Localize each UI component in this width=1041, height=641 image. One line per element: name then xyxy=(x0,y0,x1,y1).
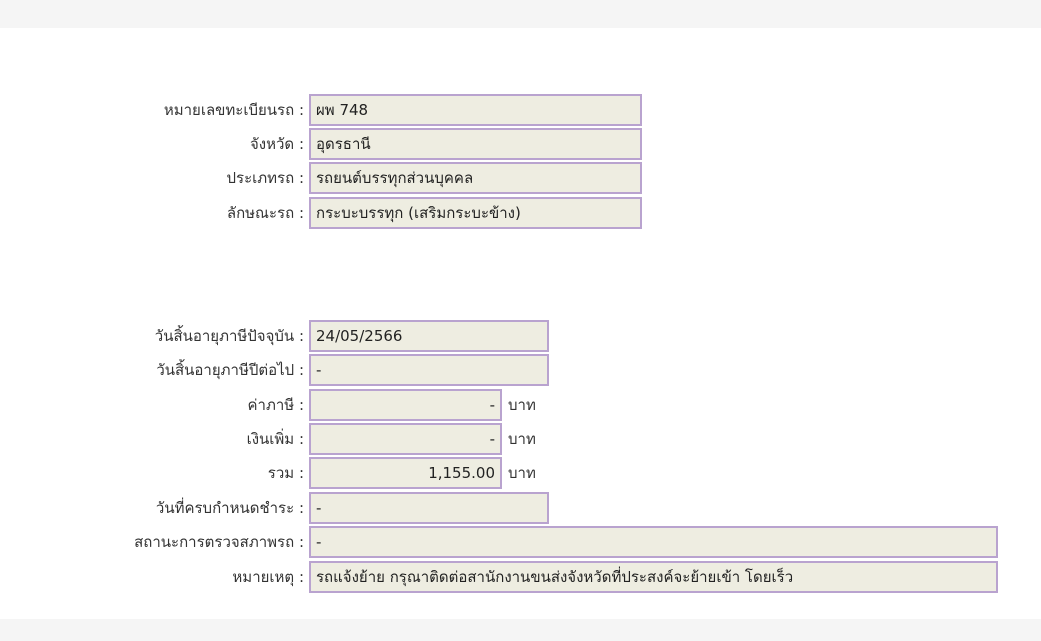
inspection-status-field[interactable]: - xyxy=(309,526,998,558)
next-expiry-field[interactable]: - xyxy=(309,354,549,386)
next-expiry-label: วันสิ้นอายุภาษีปีต่อไป xyxy=(0,354,304,386)
bottom-bar xyxy=(0,619,1041,641)
remark-label: หมายเหตุ xyxy=(0,561,304,593)
surcharge-field[interactable]: - xyxy=(309,423,502,455)
tax-amount-unit: บาท xyxy=(508,396,536,414)
due-date-field[interactable]: - xyxy=(309,492,549,524)
vehicle-type-field[interactable]: รถยนต์บรรทุกส่วนบุคคล xyxy=(309,162,642,194)
due-date-label: วันที่ครบกำหนดชำระ xyxy=(0,492,304,524)
vehicle-type-label: ประเภทรถ xyxy=(0,162,304,194)
surcharge-unit: บาท xyxy=(508,430,536,448)
total-field[interactable]: 1,155.00 xyxy=(309,457,502,489)
plate-label: หมายเลขทะเบียนรถ xyxy=(0,94,304,126)
tax-amount-field[interactable]: - xyxy=(309,389,502,421)
body-type-field[interactable]: กระบะบรรทุก (เสริมกระบะข้าง) xyxy=(309,197,642,229)
total-unit: บาท xyxy=(508,464,536,482)
top-bar xyxy=(0,0,1041,28)
province-label: จังหวัด xyxy=(0,128,304,160)
tax-amount-label: ค่าภาษี xyxy=(0,389,304,421)
current-expiry-field[interactable]: 24/05/2566 xyxy=(309,320,549,352)
plate-field[interactable]: ผพ 748 xyxy=(309,94,642,126)
total-label: รวม xyxy=(0,457,304,489)
surcharge-label: เงินเพิ่ม xyxy=(0,423,304,455)
province-field[interactable]: อุดรธานี xyxy=(309,128,642,160)
inspection-status-label: สถานะการตรวจสภาพรถ xyxy=(0,526,304,558)
body-type-label: ลักษณะรถ xyxy=(0,197,304,229)
remark-field[interactable]: รถแจ้งย้าย กรุณาติดต่อสานักงานขนส่งจังหว… xyxy=(309,561,998,593)
current-expiry-label: วันสิ้นอายุภาษีปัจจุบัน xyxy=(0,320,304,352)
